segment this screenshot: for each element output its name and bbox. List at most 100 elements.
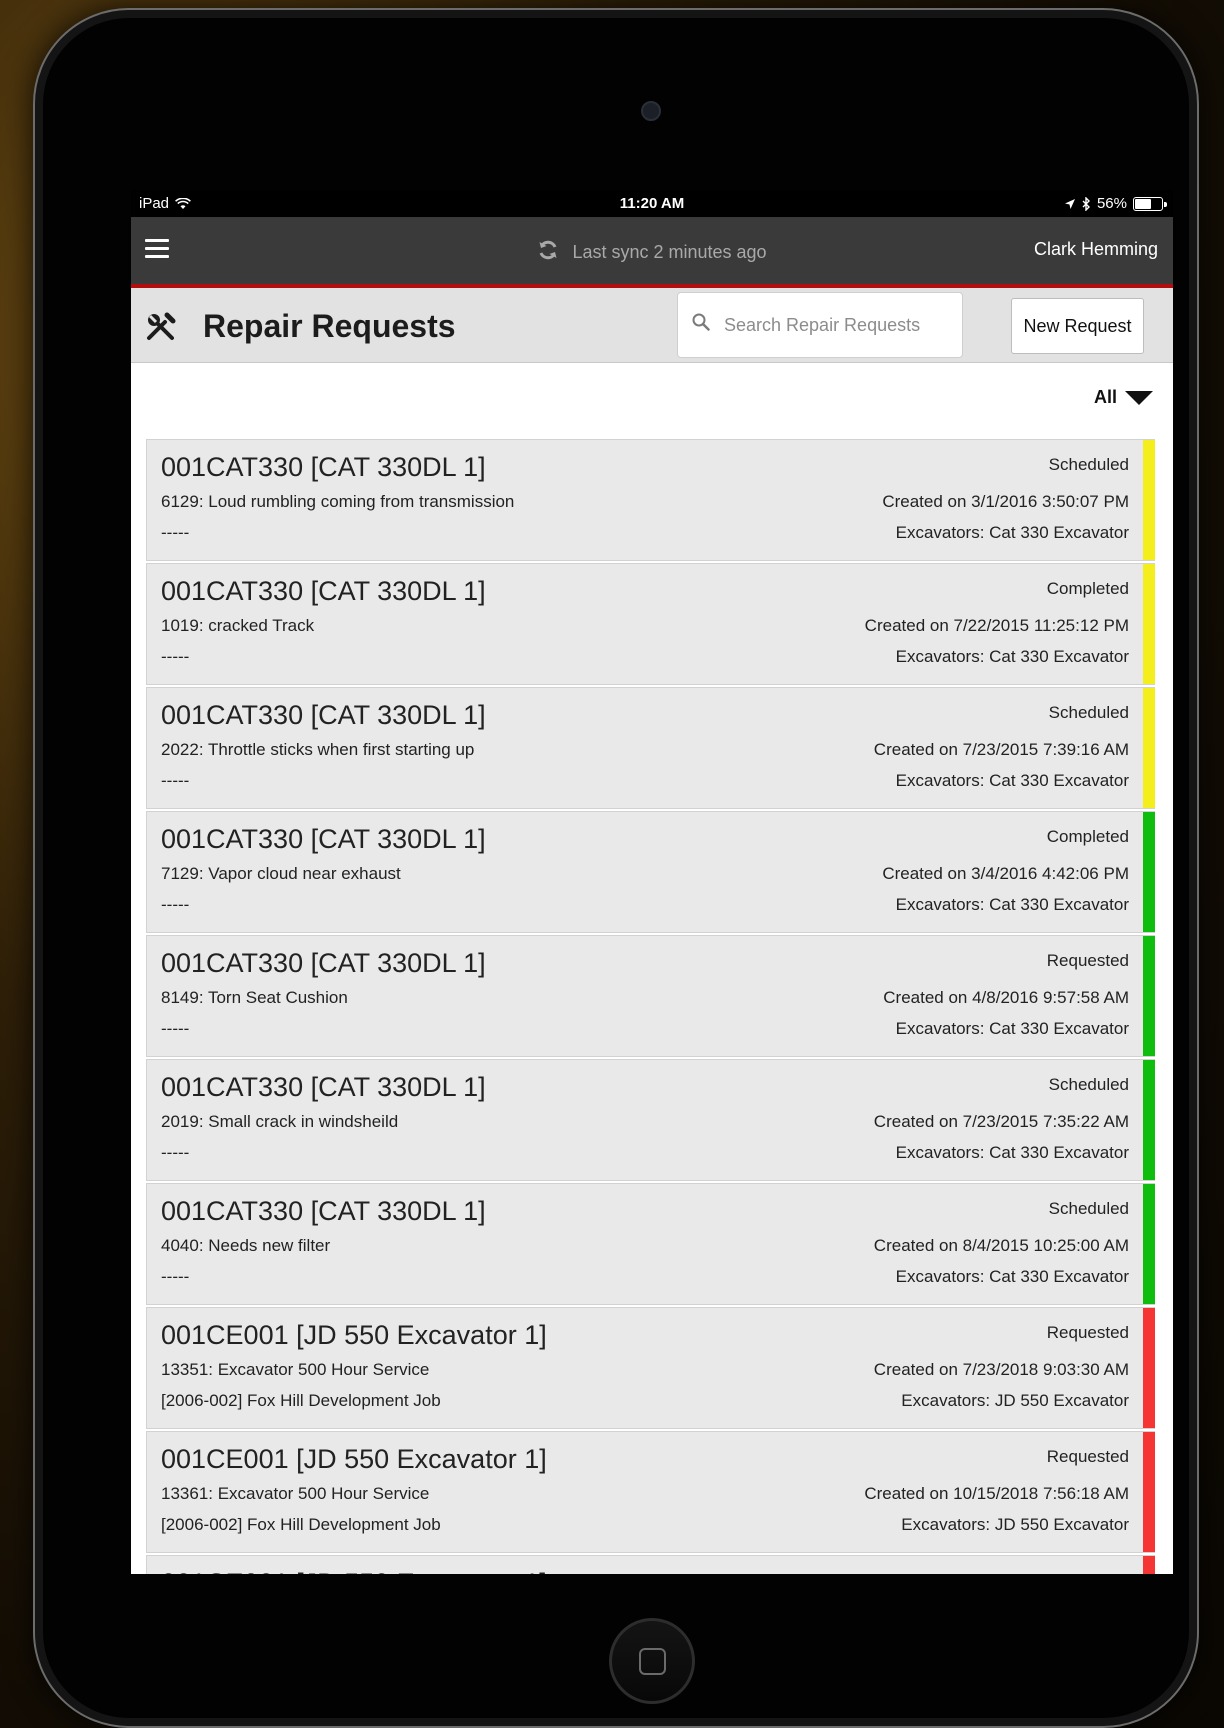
created-date: Created on 3/4/2016 4:42:06 PM xyxy=(882,864,1129,883)
search-input[interactable] xyxy=(722,309,956,341)
repair-request-card[interactable]: 001CAT330 [CAT 330DL 1] 7129: Vapor clou… xyxy=(146,811,1155,933)
ios-status-bar: iPad 11:20 AM 56% xyxy=(131,190,1173,217)
request-description: 1019: cracked Track xyxy=(161,616,315,635)
priority-color-strip xyxy=(1143,1556,1155,1574)
created-date: Created on 7/23/2015 7:35:22 AM xyxy=(873,1112,1129,1131)
created-date: Created on 7/23/2018 9:03:30 AM xyxy=(873,1360,1129,1379)
caret-down-icon xyxy=(1125,390,1153,405)
equipment-category: Excavators: Cat 330 Excavator xyxy=(895,1267,1129,1286)
home-square-icon xyxy=(639,1648,666,1675)
repair-request-card[interactable]: 001CAT330 [CAT 330DL 1] 6129: Loud rumbl… xyxy=(146,439,1155,561)
sync-icon xyxy=(539,240,557,260)
job-name: ----- xyxy=(161,1143,190,1162)
status-time: 11:20 AM xyxy=(619,195,685,212)
equipment-name: 001CE001 [JD 550 Excavator 1] xyxy=(161,1568,547,1574)
job-name: [2006-002] Fox Hill Development Job xyxy=(161,1391,441,1410)
request-status: Requested xyxy=(1046,951,1129,970)
search-box[interactable] xyxy=(677,292,963,358)
equipment-name: 001CAT330 [CAT 330DL 1] xyxy=(161,452,486,482)
request-description: 13351: Excavator 500 Hour Service xyxy=(161,1360,430,1379)
request-status: Requested xyxy=(1047,1571,1129,1574)
request-description: 13361: Excavator 500 Hour Service xyxy=(161,1484,430,1503)
status-filter-dropdown[interactable]: All xyxy=(1094,387,1153,408)
equipment-category: Excavators: Cat 330 Excavator xyxy=(895,523,1129,542)
user-name[interactable]: Clark Hemming xyxy=(1034,239,1158,260)
equipment-name: 001CAT330 [CAT 330DL 1] xyxy=(161,948,486,978)
battery-icon xyxy=(1133,196,1167,211)
priority-color-strip xyxy=(1143,1184,1155,1304)
priority-color-strip xyxy=(1143,812,1155,932)
job-name: ----- xyxy=(161,895,190,914)
job-name: ----- xyxy=(161,647,190,666)
request-description: 2022: Throttle sticks when first startin… xyxy=(161,740,475,759)
location-arrow-icon xyxy=(1064,198,1075,209)
repair-request-card[interactable]: 001CE001 [JD 550 Excavator 1] 13361: Exc… xyxy=(146,1431,1155,1553)
request-status: Scheduled xyxy=(1048,1199,1129,1218)
created-date: Created on 7/23/2015 7:39:16 AM xyxy=(873,740,1129,759)
home-button[interactable] xyxy=(609,1618,695,1704)
sync-text: Last sync 2 minutes ago xyxy=(572,242,767,262)
equipment-name: 001CAT330 [CAT 330DL 1] xyxy=(161,1196,486,1226)
request-description: 7129: Vapor cloud near exhaust xyxy=(161,864,401,883)
repair-request-list: 001CAT330 [CAT 330DL 1] 6129: Loud rumbl… xyxy=(146,439,1155,1574)
equipment-category: Excavators: Cat 330 Excavator xyxy=(895,647,1129,666)
battery-percent: 56% xyxy=(1096,195,1127,212)
request-description: 6129: Loud rumbling coming from transmis… xyxy=(161,492,515,511)
request-status: Requested xyxy=(1046,1447,1129,1466)
repair-request-card[interactable]: 001CE001 [JD 550 Excavator 1] 13351: Exc… xyxy=(146,1307,1155,1429)
created-date: Created on 8/4/2015 10:25:00 AM xyxy=(873,1236,1129,1255)
repair-request-card[interactable]: 001CAT330 [CAT 330DL 1] 8149: Torn Seat … xyxy=(146,935,1155,1057)
created-date: Created on 10/15/2018 7:56:18 AM xyxy=(864,1484,1129,1503)
request-description: 8149: Torn Seat Cushion xyxy=(161,988,348,1007)
filter-value: All xyxy=(1093,387,1117,407)
battery-level xyxy=(1135,198,1151,209)
priority-color-strip xyxy=(1143,1308,1155,1428)
new-request-button[interactable]: New Request xyxy=(1011,298,1144,354)
request-status: Scheduled xyxy=(1048,455,1129,474)
repair-request-card[interactable]: 001CAT330 [CAT 330DL 1] 2022: Throttle s… xyxy=(146,687,1155,809)
request-status: Scheduled xyxy=(1048,1075,1129,1094)
app-screen: iPad 11:20 AM 56% Last sync 2 minutes ag… xyxy=(131,190,1173,1574)
priority-color-strip xyxy=(1143,688,1155,808)
repair-request-card[interactable]: 001CAT330 [CAT 330DL 1] 2019: Small crac… xyxy=(146,1059,1155,1181)
equipment-category: Excavators: Cat 330 Excavator xyxy=(895,1019,1129,1038)
priority-color-strip xyxy=(1143,1432,1155,1552)
repair-request-card[interactable]: 001CAT330 [CAT 330DL 1] 4040: Needs new … xyxy=(146,1183,1155,1305)
job-name: [2006-002] Fox Hill Development Job xyxy=(161,1515,441,1534)
job-name: ----- xyxy=(161,1019,190,1038)
app-top-bar: Last sync 2 minutes ago Clark Hemming xyxy=(131,217,1173,288)
request-description: 2019: Small crack in windsheild xyxy=(161,1112,399,1131)
job-name: ----- xyxy=(161,523,190,542)
filter-row: All xyxy=(131,363,1173,431)
request-status: Requested xyxy=(1046,1323,1129,1342)
equipment-name: 001CAT330 [CAT 330DL 1] xyxy=(161,1072,486,1102)
priority-color-strip xyxy=(1143,1060,1155,1180)
ipad-frame: iPad 11:20 AM 56% Last sync 2 minutes ag… xyxy=(33,8,1199,1728)
created-date: Created on 3/1/2016 3:50:07 PM xyxy=(882,492,1129,511)
priority-color-strip xyxy=(1143,936,1155,1056)
equipment-name: 001CE001 [JD 550 Excavator 1] xyxy=(161,1444,547,1474)
equipment-name: 001CAT330 [CAT 330DL 1] xyxy=(161,824,486,854)
equipment-name: 001CE001 [JD 550 Excavator 1] xyxy=(161,1320,547,1350)
equipment-category: Excavators: Cat 330 Excavator xyxy=(895,771,1129,790)
request-status: Scheduled xyxy=(1048,703,1129,722)
bluetooth-icon xyxy=(1082,196,1090,211)
repair-request-card[interactable]: 001CE001 [JD 550 Excavator 1] Requested xyxy=(146,1555,1155,1574)
equipment-category: Excavators: Cat 330 Excavator xyxy=(895,1143,1129,1162)
equipment-category: Excavators: Cat 330 Excavator xyxy=(895,895,1129,914)
created-date: Created on 7/22/2015 11:25:12 PM xyxy=(864,616,1129,635)
priority-color-strip xyxy=(1143,440,1155,560)
equipment-category: Excavators: JD 550 Excavator xyxy=(901,1391,1129,1410)
front-camera xyxy=(641,101,661,121)
request-status: Completed xyxy=(1046,827,1129,846)
page-title: Repair Requests xyxy=(203,308,456,344)
sync-status[interactable]: Last sync 2 minutes ago xyxy=(131,239,1173,263)
job-name: ----- xyxy=(161,771,190,790)
job-name: ----- xyxy=(161,1267,190,1286)
equipment-category: Excavators: JD 550 Excavator xyxy=(901,1515,1129,1534)
equipment-name: 001CAT330 [CAT 330DL 1] xyxy=(161,576,486,606)
created-date: Created on 4/8/2016 9:57:58 AM xyxy=(883,988,1129,1007)
wrench-screwdriver-icon xyxy=(147,312,176,340)
repair-request-card[interactable]: 001CAT330 [CAT 330DL 1] 1019: cracked Tr… xyxy=(146,563,1155,685)
request-description: 4040: Needs new filter xyxy=(161,1236,331,1255)
